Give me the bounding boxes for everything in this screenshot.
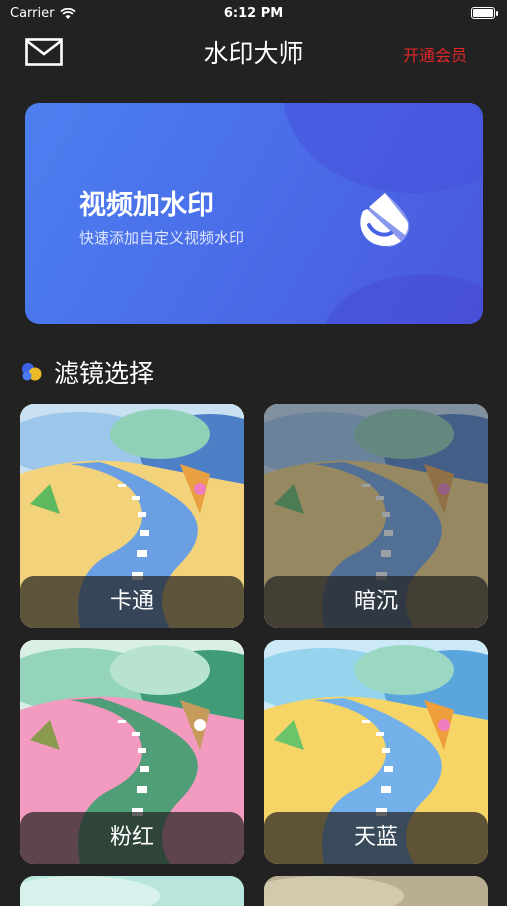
status-time: 6:12 PM [223, 6, 284, 21]
filter-card-cartoon[interactable]: 卡通 [20, 404, 244, 628]
banner-title: 视频加水印 [79, 190, 214, 221]
filter-card-pink[interactable]: 粉红 [20, 640, 244, 864]
filter-card-skyblue[interactable]: 天蓝 [264, 640, 488, 864]
partial-image-2 [264, 876, 488, 906]
filter-card-partial-1[interactable] [20, 876, 244, 906]
battery-icon [471, 7, 498, 19]
status-bar: Carrier 6:12 PM [0, 0, 507, 28]
filter-card-partial-2[interactable] [264, 876, 488, 906]
filter-label: 卡通 [20, 576, 244, 628]
color-dots-icon [20, 360, 44, 384]
filter-label: 粉红 [20, 812, 244, 864]
filter-section-header: 滤镜选择 [20, 354, 154, 390]
video-watermark-banner[interactable]: 视频加水印 快速添加自定义视频水印 [25, 103, 483, 324]
filter-card-dark[interactable]: 暗沉 [264, 404, 488, 628]
banner-subtitle: 快速添加自定义视频水印 [79, 229, 245, 247]
filter-label: 暗沉 [264, 576, 488, 628]
nav-bar: 水印大师 开通会员 [0, 28, 507, 74]
partial-image-1 [20, 876, 244, 906]
filter-label: 天蓝 [264, 812, 488, 864]
watermark-drop-icon [360, 193, 410, 247]
section-title: 滤镜选择 [54, 359, 155, 388]
vip-button[interactable]: 开通会员 [403, 42, 467, 66]
